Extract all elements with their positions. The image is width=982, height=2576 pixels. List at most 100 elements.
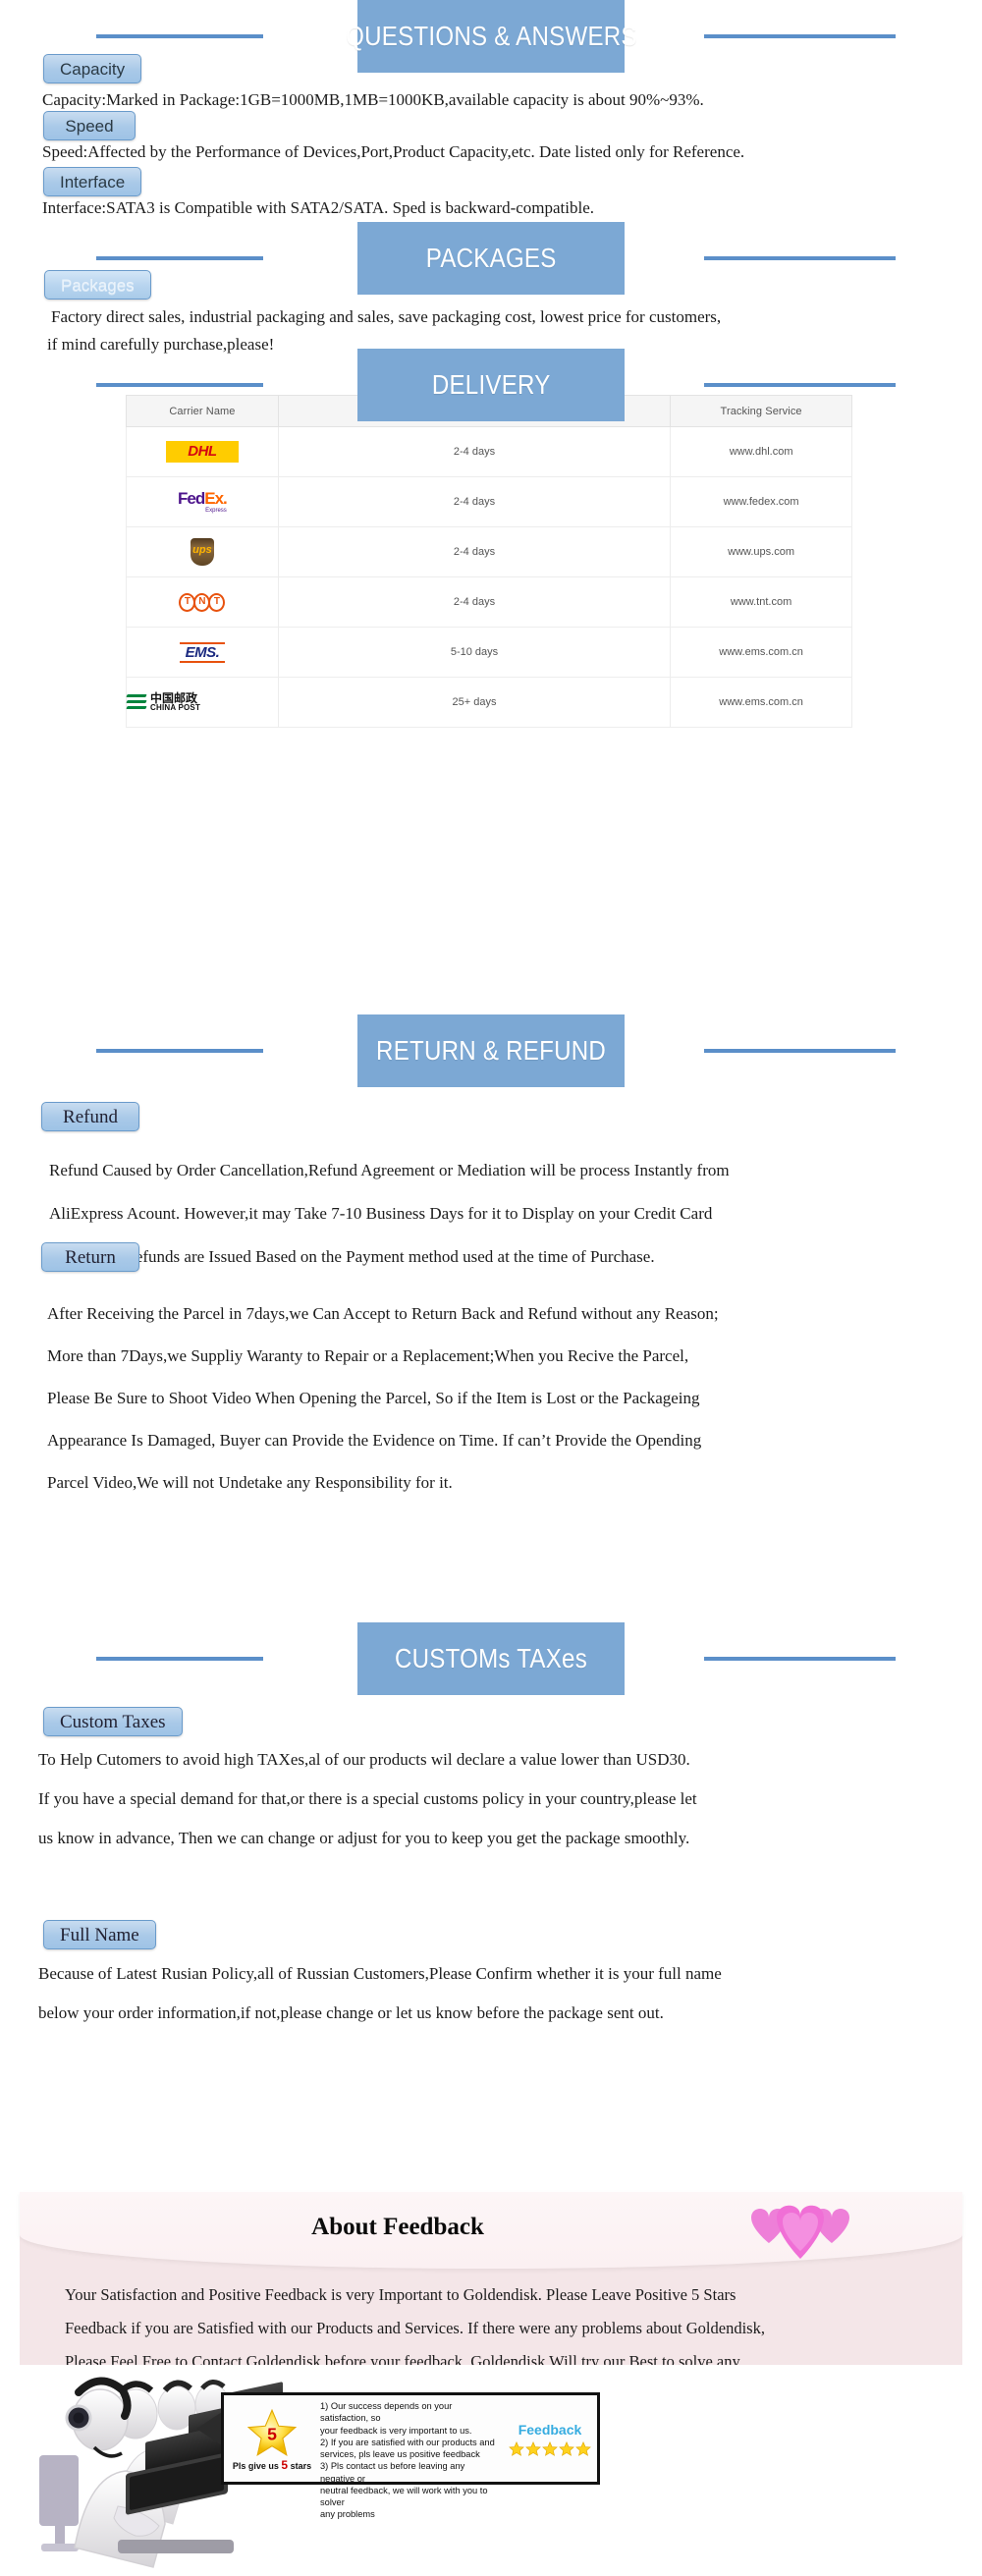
fedex-logo-fed: Fed — [178, 489, 205, 508]
banner-line-right — [704, 1657, 896, 1661]
text-capacity: Capacity:Marked in Package:1GB=1000MB,1M… — [42, 90, 704, 109]
banner-box-questions-answers: QUESTIONS & ANSWERS — [346, 0, 636, 73]
cell-tracking-tnt: www.tnt.com — [670, 576, 852, 628]
notice-point-line: 3) Pls contact us before leaving any neg… — [320, 2461, 465, 2484]
label-full-name-pill: Full Name — [43, 1920, 156, 1949]
banner-line-left — [96, 34, 263, 38]
notice-point-line: your feedback is very important to us. — [320, 2425, 472, 2436]
notice-point-line: neutral feedback, we will work with you … — [320, 2485, 488, 2508]
text-full-name-block: Because of Latest Rusian Policy,all of R… — [38, 1964, 722, 2023]
banner-line-left — [96, 256, 263, 260]
banner-box-return-refund: RETURN & REFUND — [357, 1014, 625, 1087]
text-custom-taxes-block: To Help Cutomers to avoid high TAXes,al … — [38, 1750, 697, 1848]
banner-line-right — [704, 256, 896, 260]
label-refund-pill: Refund — [41, 1102, 139, 1131]
svg-text:5: 5 — [267, 2424, 277, 2443]
cell-carrier-dhl: DHL — [126, 426, 279, 477]
cell-tracking-ems: www.ems.com.cn — [670, 627, 852, 678]
cell-carrier-fedex: FedEx. Express — [126, 476, 279, 527]
about-feedback-title: About Feedback — [311, 2214, 484, 2240]
section-banner-questions-answers: QUESTIONS & ANSWERS — [0, 0, 982, 73]
table-row: FedEx. Express 2-4 days www.fedex.com — [126, 476, 852, 527]
banner-box-packages: PACKAGES — [357, 222, 625, 295]
feedback-line-1: Your Satisfaction and Positive Feedback … — [65, 2285, 736, 2304]
big-star-icon: 5 — [246, 2408, 298, 2456]
banner-title: QUESTIONS & ANSWERS — [345, 21, 637, 51]
delivery-table-wrapper: Carrier Name Estimated Time in Transit f… — [126, 395, 852, 728]
text-refund-line-3: Statement. Refunds are Issued Based on t… — [49, 1247, 655, 1266]
rating-stars[interactable] — [509, 2440, 591, 2456]
fedex-logo-ex: Ex. — [204, 489, 228, 508]
hearts-icon — [751, 2205, 849, 2259]
rating-star-icon[interactable] — [542, 2440, 558, 2456]
dhl-logo: DHL — [165, 441, 239, 463]
pointer-arrow-shape — [196, 2412, 222, 2445]
column-header-tracking-service: Tracking Service — [670, 395, 852, 427]
text-refund-line-1: Refund Caused by Order Cancellation,Refu… — [49, 1161, 730, 1179]
china-post-logo: 中国邮政 CHINA POST — [126, 691, 278, 713]
notice-feedback-block: Feedback — [503, 2395, 597, 2482]
label-speed[interactable]: Speed — [43, 111, 136, 140]
label-custom-taxes[interactable]: Custom Taxes — [43, 1707, 183, 1736]
cell-time-ems: 5-10 days — [277, 627, 672, 678]
table-row: 中国邮政 CHINA POST 25+ days www.ems.com.cn — [126, 677, 852, 728]
cell-time-tnt: 2-4 days — [277, 576, 672, 628]
caption-number: 5 — [281, 2457, 289, 2472]
text-speed: Speed:Affected by the Performance of Dev… — [42, 142, 745, 161]
text-packages-line-1: Factory direct sales, industrial packagi… — [51, 307, 722, 326]
cell-tracking-china-post: www.ems.com.cn — [670, 677, 852, 728]
notice-point-line: 2) If you are satisfied with our product… — [320, 2437, 495, 2447]
banner-line-left — [96, 1657, 263, 1661]
column-header-carrier-name: Carrier Name — [126, 395, 279, 427]
label-capacity[interactable]: Capacity — [43, 54, 142, 83]
label-packages[interactable]: Packages — [44, 270, 151, 300]
notice-star-block: 5 Pls give us 5 stars — [224, 2395, 320, 2482]
text-return-line-2: More than 7Days,we Suppliy Waranty to Re… — [47, 1346, 689, 1365]
banner-line-left — [96, 1049, 263, 1053]
text-return-block: After Receiving the Parcel in 7days,we C… — [47, 1304, 719, 1493]
cell-tracking-dhl: www.dhl.com — [670, 426, 852, 477]
feedback-notice-box: 5 Pls give us 5 stars 1) Our success dep… — [221, 2392, 600, 2519]
cell-carrier-tnt: TNT — [126, 576, 279, 628]
ems-logo: EMS. — [179, 641, 226, 663]
cell-carrier-china-post: 中国邮政 CHINA POST — [126, 677, 279, 728]
label-return[interactable]: Return — [41, 1242, 139, 1272]
rating-star-icon[interactable] — [509, 2440, 524, 2456]
notice-star-caption: Pls give us 5 stars — [233, 2458, 311, 2472]
cell-carrier-ems: EMS. — [126, 627, 279, 678]
cell-carrier-ups: ups — [126, 526, 279, 577]
table-row: DHL 2-4 days www.dhl.com — [126, 426, 852, 477]
notice-points-list: 1) Our success depends on your satisfact… — [320, 2395, 503, 2519]
section-banner-return-refund: RETURN & REFUND — [0, 1014, 982, 1087]
banner-line-left — [96, 383, 263, 387]
delivery-table: Carrier Name Estimated Time in Transit f… — [126, 395, 852, 728]
about-feedback-card: About Feedback Your Satisfaction and Pos… — [20, 2192, 962, 2403]
text-custom-taxes-line-2: If you have a special demand for that,or… — [38, 1789, 697, 1808]
banner-line-right — [704, 383, 896, 387]
rating-star-icon[interactable] — [525, 2440, 541, 2456]
text-refund-line-2: AliExpress Acount. However,it may Take 7… — [49, 1204, 713, 1223]
cell-time-dhl: 2-4 days — [277, 426, 672, 477]
banner-box-customs-taxes: CUSTOMs TAXes — [357, 1622, 625, 1695]
bottom-illustration-strip: 5 Pls give us 5 stars 1) Our success dep… — [20, 2365, 962, 2576]
cell-time-fedex: 2-4 days — [277, 476, 672, 527]
label-refund[interactable]: Refund — [41, 1102, 139, 1131]
text-interface: Interface:SATA3 is Compatible with SATA2… — [42, 198, 595, 217]
cell-tracking-fedex: www.fedex.com — [670, 476, 852, 527]
rating-star-icon[interactable] — [575, 2440, 591, 2456]
notice-point-line: services, pls leave us positive feedback — [320, 2449, 480, 2460]
label-full-name[interactable]: Full Name — [43, 1920, 156, 1949]
notice-point-line: 1) Our success depends on your satisfact… — [320, 2401, 453, 2424]
section-banner-customs-taxes: CUSTOMs TAXes — [0, 1622, 982, 1695]
table-row: EMS. 5-10 days www.ems.com.cn — [126, 627, 852, 678]
label-interface-pill: Interface — [43, 167, 142, 196]
label-capacity-pill: Capacity — [43, 54, 142, 83]
label-interface[interactable]: Interface — [43, 167, 142, 196]
text-return-line-1: After Receiving the Parcel in 7days,we C… — [47, 1304, 719, 1323]
tnt-logo: TNT — [179, 592, 226, 612]
banner-title: RETURN & REFUND — [376, 1035, 606, 1066]
cell-time-china-post: 25+ days — [277, 677, 672, 728]
rating-star-icon[interactable] — [559, 2440, 574, 2456]
text-refund-block: Refund Caused by Order Cancellation,Refu… — [49, 1161, 730, 1267]
caption-post: stars — [290, 2460, 312, 2471]
